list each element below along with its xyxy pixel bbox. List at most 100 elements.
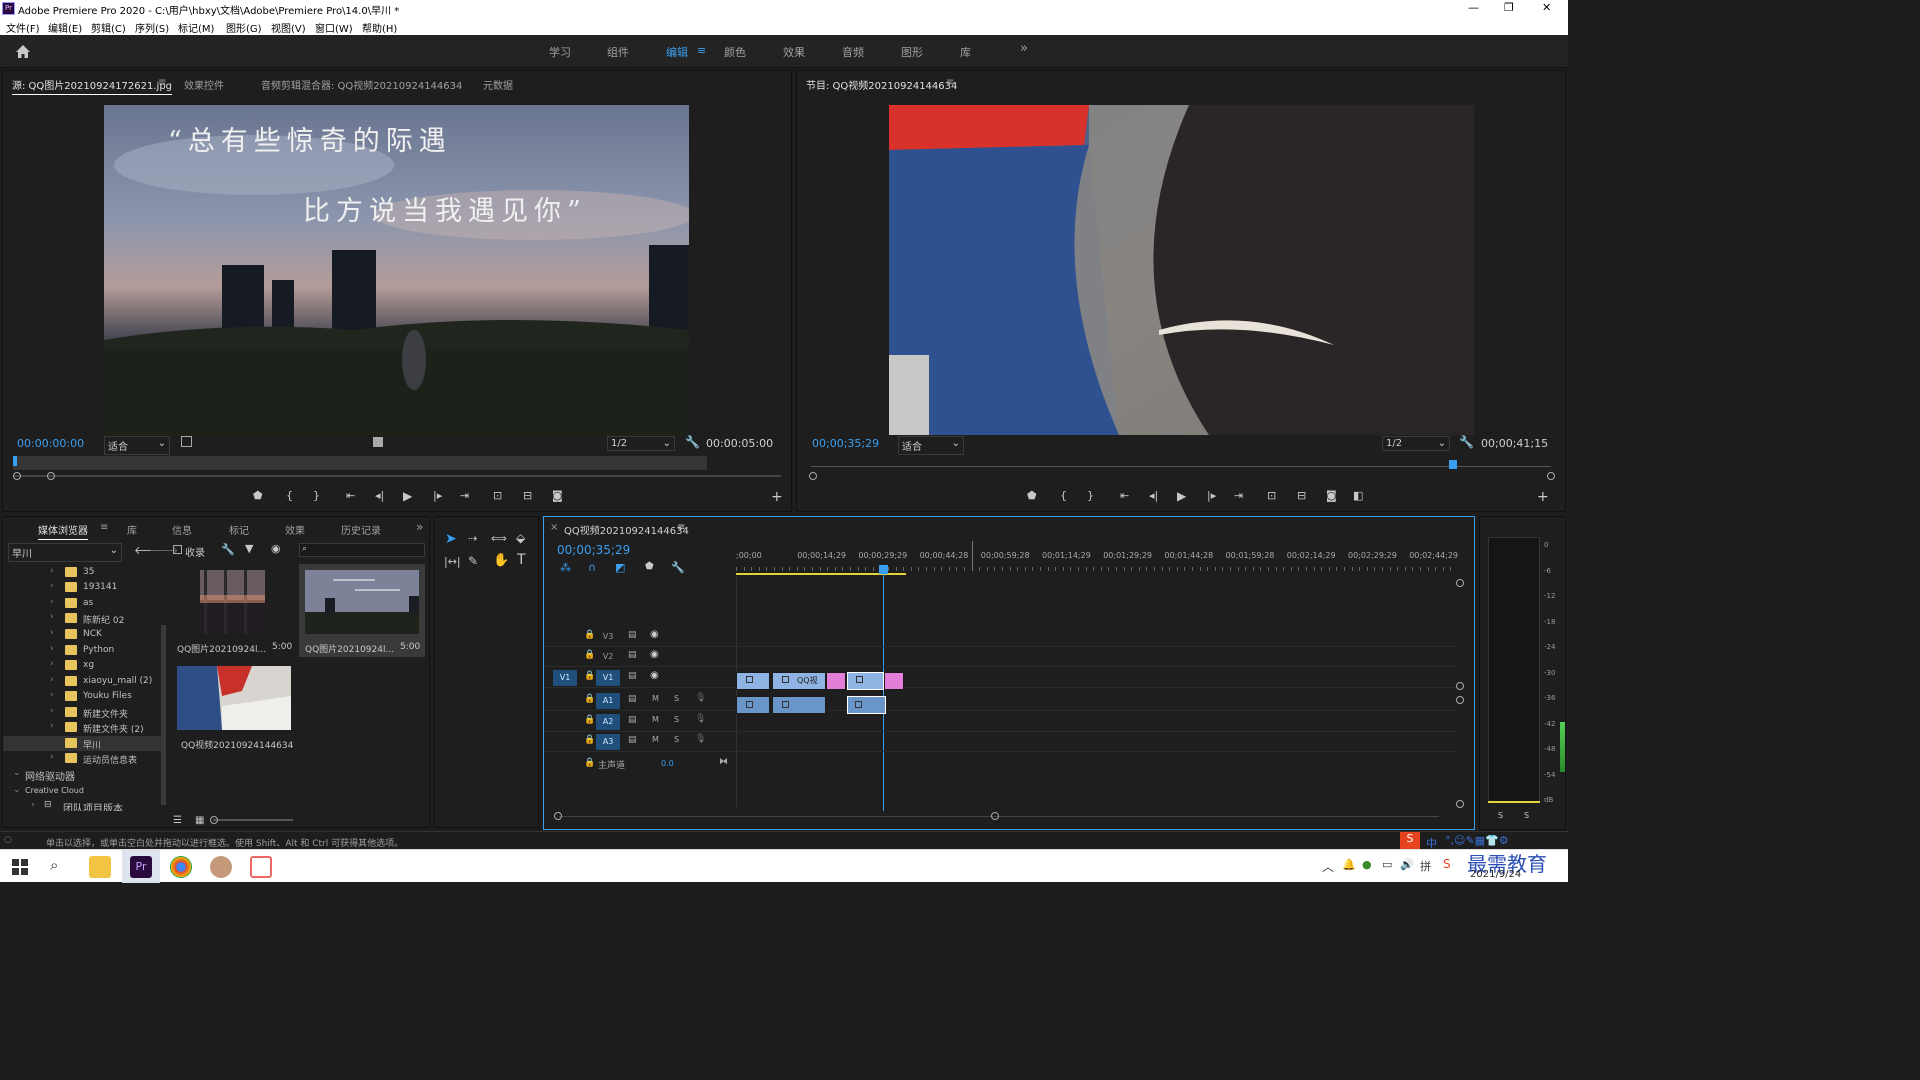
tray-network-icon[interactable]: ▭: [1382, 858, 1392, 871]
folder-row[interactable]: › 193141: [3, 580, 163, 595]
hscroll-bar[interactable]: [559, 816, 1439, 817]
tab-history[interactable]: 历史记录: [341, 522, 381, 537]
eye-icon[interactable]: ◉: [650, 649, 659, 660]
folder-row[interactable]: › NCK: [3, 627, 163, 642]
nest-toggle-icon[interactable]: ⁂: [560, 561, 571, 574]
workspace-more[interactable]: »: [1020, 41, 1028, 56]
source-go-to-in-icon[interactable]: ⇤: [346, 489, 355, 502]
location-select[interactable]: 早川 ⌄: [8, 543, 122, 562]
clip-image[interactable]: [884, 672, 904, 690]
mic-icon[interactable]: 🎙: [695, 734, 706, 744]
program-zoom-handle-left[interactable]: [809, 472, 817, 480]
tray-volume-icon[interactable]: 🔊: [1400, 858, 1414, 871]
vscroll-handle[interactable]: [1456, 682, 1464, 690]
app-icon[interactable]: [250, 856, 272, 878]
folder-row[interactable]: › xiaoyu_mall (2): [3, 674, 163, 689]
source-scrub-bar[interactable]: [13, 456, 707, 470]
tray-bell-icon[interactable]: 🔔: [1342, 858, 1356, 871]
close-button[interactable]: ✕: [1542, 1, 1551, 14]
source-mark-out-icon[interactable]: }: [313, 489, 320, 502]
selection-tool-icon[interactable]: ➤: [445, 531, 457, 547]
program-marker-icon[interactable]: ⬟: [1027, 489, 1037, 502]
folder-row[interactable]: › as: [3, 596, 163, 611]
workspace-libraries[interactable]: 库: [960, 44, 971, 60]
ime-s-icon[interactable]: S: [1400, 832, 1420, 850]
mute-button[interactable]: M: [652, 694, 659, 703]
source-zoom-handle-left[interactable]: [13, 472, 21, 480]
source-export-frame-icon[interactable]: ◙: [552, 489, 563, 502]
tab-source[interactable]: 源: QQ图片20210924172621.jpg: [12, 77, 173, 95]
time-ruler[interactable]: ;00;00 00;00;14;29 00;00;29;29 00;00;44;28 0…: [736, 551, 1458, 575]
eye-icon[interactable]: ◉: [650, 670, 659, 681]
panel-overflow-icon[interactable]: »: [416, 520, 423, 534]
program-mark-out-icon[interactable]: }: [1087, 489, 1094, 502]
tray-sogou-icon[interactable]: S: [1443, 857, 1451, 871]
program-tab-menu-icon[interactable]: ≡: [946, 77, 954, 88]
source-fit-select[interactable]: 适合 ⌄: [104, 436, 170, 455]
program-lift-icon[interactable]: ⊡: [1267, 489, 1276, 502]
clip-image[interactable]: [826, 672, 846, 690]
program-extract-icon[interactable]: ⊟: [1297, 489, 1306, 502]
mic-icon[interactable]: 🎙: [695, 693, 706, 703]
lock-icon[interactable]: 🔒: [584, 758, 595, 768]
program-go-to-out-icon[interactable]: ⇥: [1234, 489, 1243, 502]
source-go-to-out-icon[interactable]: ⇥: [460, 489, 469, 502]
source-zoom-handle-right[interactable]: [47, 472, 55, 480]
media-thumb[interactable]: QQ视频20210924144634: [173, 660, 298, 753]
workspace-color[interactable]: 颜色: [724, 44, 746, 60]
media-tab-menu-icon[interactable]: ≡: [100, 522, 108, 533]
menu-sequence[interactable]: 序列(S): [135, 20, 169, 35]
vscroll-handle[interactable]: [1456, 579, 1464, 587]
tab-markers[interactable]: 标记: [229, 522, 249, 537]
add-marker-icon[interactable]: ⬟: [645, 561, 654, 572]
folder-row[interactable]: › Youku Files: [3, 689, 163, 704]
track-target[interactable]: V2: [596, 649, 620, 665]
timeline-settings-wrench-icon[interactable]: 🔧: [671, 561, 685, 574]
solo-button[interactable]: S: [1524, 811, 1529, 820]
program-go-to-in-icon[interactable]: ⇤: [1120, 489, 1129, 502]
team-projects-row[interactable]: › ⊟ 团队项目版本: [3, 799, 163, 811]
menu-clip[interactable]: 剪辑(C): [91, 20, 126, 35]
thumb-size-slider[interactable]: [213, 819, 293, 821]
clip-video[interactable]: QQ视: [772, 672, 826, 690]
folder-row[interactable]: › 运动员信息表: [3, 751, 163, 766]
sequence-tab-menu-icon[interactable]: ≡: [677, 522, 685, 533]
tab-menu-icon[interactable]: ≡: [158, 77, 166, 88]
ingest-settings-wrench-icon[interactable]: 🔧: [221, 543, 235, 556]
source-playhead[interactable]: [13, 456, 17, 466]
clip-video-selected[interactable]: [847, 672, 884, 690]
program-timecode-in[interactable]: 00;00;35;29: [812, 437, 879, 450]
clip-audio[interactable]: [772, 696, 826, 714]
hscroll-handle-right[interactable]: [991, 812, 999, 820]
home-icon[interactable]: [15, 44, 31, 59]
timeline-timecode[interactable]: 00;00;35;29: [557, 543, 630, 557]
sync-lock-icon[interactable]: ▤: [628, 694, 637, 704]
vscroll-handle[interactable]: [1456, 800, 1464, 808]
folder-row[interactable]: › 陈新纪 02: [3, 611, 163, 626]
creative-cloud-row[interactable]: ⌄ Creative Cloud: [3, 784, 163, 799]
tab-metadata[interactable]: 元数据: [483, 77, 513, 92]
maximize-button[interactable]: ❐: [1504, 1, 1514, 14]
sync-lock-icon[interactable]: ▤: [628, 715, 637, 725]
tab-media-browser[interactable]: 媒体浏览器: [38, 522, 88, 540]
workspace-menu-icon[interactable]: ≡: [697, 44, 706, 57]
lock-icon[interactable]: 🔒: [584, 671, 595, 681]
solo-button[interactable]: S: [674, 694, 679, 703]
source-quality-select[interactable]: 1/2 ⌄: [607, 436, 675, 451]
workspace-graphics[interactable]: 图形: [901, 44, 923, 60]
menu-marker[interactable]: 标记(M): [178, 20, 214, 35]
view-eye-icon[interactable]: ◉: [271, 542, 281, 555]
workspace-audio[interactable]: 音频: [842, 44, 864, 60]
source-play-icon[interactable]: ▶: [403, 489, 412, 503]
lock-icon[interactable]: 🔒: [584, 650, 595, 660]
list-view-icon[interactable]: ☰: [173, 815, 182, 826]
minimize-button[interactable]: —: [1468, 1, 1479, 14]
mute-button[interactable]: M: [652, 715, 659, 724]
drag-video-icon[interactable]: [373, 437, 383, 447]
eye-icon[interactable]: ◉: [650, 629, 659, 640]
source-step-back-icon[interactable]: ◂|: [375, 489, 384, 502]
close-sequence-tab-icon[interactable]: ×: [550, 522, 558, 533]
menu-edit[interactable]: 编辑(E): [48, 20, 82, 35]
tray-ime-icon[interactable]: 拼: [1420, 858, 1431, 874]
source-patch[interactable]: V1: [553, 670, 577, 686]
